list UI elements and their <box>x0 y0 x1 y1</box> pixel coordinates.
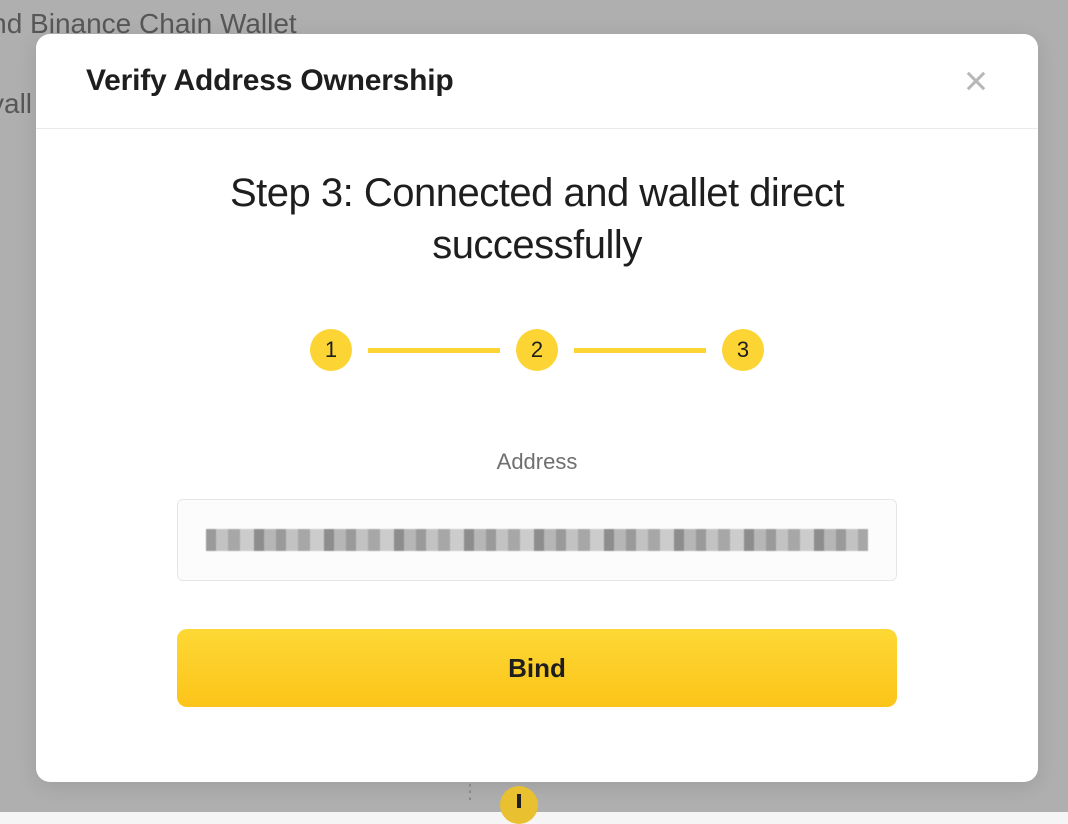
progress-stepper: 1 2 3 <box>176 329 898 371</box>
partial-step-circle <box>500 786 538 824</box>
step-connector-1 <box>368 348 500 353</box>
step-heading: Step 3: Connected and wallet direct succ… <box>176 167 898 271</box>
modal-title: Verify Address Ownership <box>86 64 454 98</box>
step-1-indicator: 1 <box>310 329 352 371</box>
modal-body: Step 3: Connected and wallet direct succ… <box>36 129 1038 782</box>
verify-address-modal: Verify Address Ownership Step 3: Connect… <box>36 34 1038 782</box>
step-3-indicator: 3 <box>722 329 764 371</box>
address-label: Address <box>176 449 898 475</box>
bind-button[interactable]: Bind <box>177 629 897 707</box>
vertical-dots-icon: ⋮ <box>460 779 480 804</box>
close-icon <box>962 67 990 95</box>
close-button[interactable] <box>960 65 992 97</box>
bottom-decoration: ⋮ <box>460 772 538 810</box>
address-value-obscured <box>206 529 868 551</box>
partial-step-glyph <box>517 794 521 808</box>
step-connector-2 <box>574 348 706 353</box>
step-2-indicator: 2 <box>516 329 558 371</box>
modal-header: Verify Address Ownership <box>36 34 1038 129</box>
address-display-box <box>177 499 897 581</box>
